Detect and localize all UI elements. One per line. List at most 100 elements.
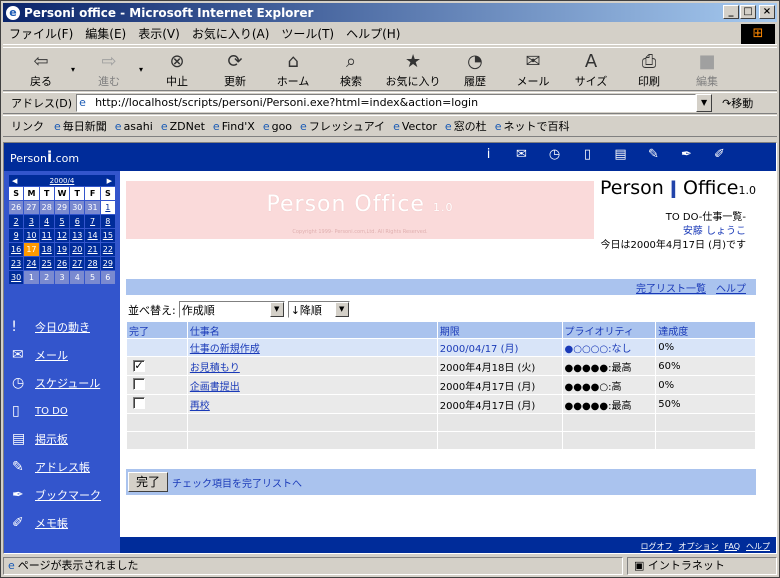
calendar-day[interactable]: 24 (24, 257, 39, 270)
go-button[interactable]: ↷移動 (722, 95, 753, 111)
calendar-day[interactable]: 1 (100, 201, 115, 214)
calendar-day[interactable]: 4 (39, 215, 54, 228)
refresh-button[interactable]: ⟳ 更新 (207, 49, 263, 89)
back-dropdown-icon[interactable]: ▾ (71, 65, 75, 74)
calendar-day[interactable]: 10 (24, 229, 39, 242)
link-item[interactable]: e Vector (393, 120, 437, 133)
edit-button[interactable]: ■ 編集 (679, 49, 735, 89)
sort-order-select[interactable]: ↓降順 ▼ (287, 301, 350, 318)
footer-help-link[interactable]: ヘルプ (746, 541, 770, 552)
nav-todo[interactable]: ▯ TO DO (12, 403, 68, 419)
link-item[interactable]: e ZDNet (161, 120, 205, 133)
favorites-button[interactable]: ★ お気に入り (381, 49, 445, 89)
next-month-icon[interactable]: ▶ (107, 177, 112, 185)
logoff-link[interactable]: ログオフ (641, 541, 673, 552)
calendar-day[interactable]: 19 (54, 243, 70, 256)
todo-icon[interactable]: ▯ (571, 147, 604, 162)
calendar-day[interactable]: 16 (9, 243, 24, 256)
stop-button[interactable]: ⊗ 中止 (149, 49, 205, 89)
nav-memo[interactable]: ✐ メモ帳 (12, 515, 68, 531)
nav-address-book[interactable]: ✎ アドレス帳 (12, 459, 90, 475)
mail-button[interactable]: ✉ メール (505, 49, 561, 89)
done-checkbox[interactable]: ✓ (133, 360, 145, 372)
task-link[interactable]: お見積もり (190, 363, 240, 374)
address-input[interactable]: e http://localhost/scripts/personi/Person… (76, 94, 697, 112)
font-size-button[interactable]: A サイズ (563, 49, 619, 89)
link-item[interactable]: e asahi (115, 120, 153, 133)
calendar-day[interactable]: 6 (70, 215, 85, 228)
board-icon[interactable]: ▤ (604, 147, 637, 162)
calendar-day[interactable]: 25 (39, 257, 54, 270)
clock-icon[interactable]: ◷ (538, 147, 571, 162)
task-link[interactable]: 企画書提出 (190, 382, 240, 393)
nav-schedule[interactable]: ◷ スケジュール (12, 375, 100, 391)
done-checkbox[interactable] (133, 396, 145, 409)
history-button[interactable]: ◔ 履歴 (447, 49, 503, 89)
sort-by-select[interactable]: 作成順 ▼ (178, 301, 285, 318)
link-item[interactable]: e goo (263, 120, 292, 133)
menu-view[interactable]: 表示(V) (132, 25, 186, 42)
task-link[interactable]: 再校 (190, 401, 210, 412)
calendar-day[interactable]: 13 (70, 229, 85, 242)
calendar-day[interactable]: 18 (39, 243, 54, 256)
calendar-day[interactable]: 26 (54, 257, 70, 270)
link-item[interactable]: e 窓の杜 (445, 118, 487, 134)
calendar-day[interactable]: 2 (9, 215, 24, 228)
calendar-day[interactable]: 22 (100, 243, 115, 256)
home-button[interactable]: ⌂ ホーム (265, 49, 321, 89)
nav-board[interactable]: ▤ 掲示板 (12, 431, 68, 447)
help-link[interactable]: ヘルプ (716, 280, 746, 295)
done-checkbox[interactable] (133, 377, 145, 390)
calendar-day[interactable]: 5 (54, 215, 70, 228)
calendar-day[interactable]: 21 (85, 243, 100, 256)
calendar-day[interactable]: 17 (24, 243, 39, 256)
menu-tools[interactable]: ツール(T) (275, 25, 340, 42)
new-task-link[interactable]: 仕事の新規作成 (190, 344, 260, 355)
forward-dropdown-icon[interactable]: ▾ (139, 65, 143, 74)
link-item[interactable]: e ネットで百科 (495, 118, 570, 134)
calendar-day[interactable]: 3 (24, 215, 39, 228)
minimize-button[interactable]: _ (723, 5, 739, 19)
complete-button[interactable]: 完了 (128, 472, 168, 492)
faq-link[interactable]: FAQ (725, 542, 741, 551)
calendar-day[interactable]: 20 (70, 243, 85, 256)
search-button[interactable]: ⌕ 検索 (323, 49, 379, 89)
link-item[interactable]: e 毎日新聞 (54, 118, 107, 134)
print-button[interactable]: ⎙ 印刷 (621, 49, 677, 89)
address-dropdown-icon[interactable]: ▼ (696, 94, 713, 112)
calendar-day[interactable]: 29 (100, 257, 115, 270)
bookmark-icon[interactable]: ✒ (670, 147, 703, 162)
nav-mail[interactable]: ✉ メール (12, 347, 68, 363)
maximize-button[interactable]: □ (740, 5, 756, 19)
forward-button[interactable]: ⇨ 進む (81, 49, 137, 89)
options-link[interactable]: オプション (679, 541, 719, 552)
calendar-day[interactable]: 8 (100, 215, 115, 228)
calendar-day[interactable]: 9 (9, 229, 24, 242)
back-button[interactable]: ⇦ 戻る (13, 49, 69, 89)
calendar-day[interactable]: 27 (70, 257, 85, 270)
link-item[interactable]: e フレッシュアイ (300, 118, 385, 134)
nav-today[interactable]: ǃ 今日の動き (12, 319, 90, 335)
menu-edit[interactable]: 編集(E) (79, 25, 132, 42)
user-name[interactable]: 安藤 しょうこ (600, 225, 746, 239)
person-icon[interactable]: i (472, 147, 505, 162)
nav-bookmark[interactable]: ✒ ブックマーク (12, 487, 101, 503)
completed-list-link[interactable]: 完了リスト一覧 (636, 280, 706, 295)
link-item[interactable]: e Find'X (213, 120, 255, 133)
menu-file[interactable]: ファイル(F) (3, 25, 79, 42)
menu-favorites[interactable]: お気に入り(A) (186, 25, 276, 42)
calendar-day[interactable]: 30 (9, 271, 24, 284)
address-book-icon[interactable]: ✎ (637, 147, 670, 162)
calendar-day[interactable]: 15 (100, 229, 115, 242)
calendar-day[interactable]: 28 (85, 257, 100, 270)
calendar-day[interactable]: 14 (85, 229, 100, 242)
site-logo[interactable]: Personi.com (10, 148, 79, 166)
calendar-day[interactable]: 11 (39, 229, 54, 242)
mail-icon[interactable]: ✉ (505, 147, 538, 162)
memo-icon[interactable]: ✐ (703, 147, 736, 162)
calendar-day[interactable]: 12 (54, 229, 70, 242)
prev-month-icon[interactable]: ◀ (12, 177, 17, 185)
menu-help[interactable]: ヘルプ(H) (340, 25, 406, 42)
calendar-day[interactable]: 23 (9, 257, 24, 270)
calendar-day[interactable]: 7 (85, 215, 100, 228)
